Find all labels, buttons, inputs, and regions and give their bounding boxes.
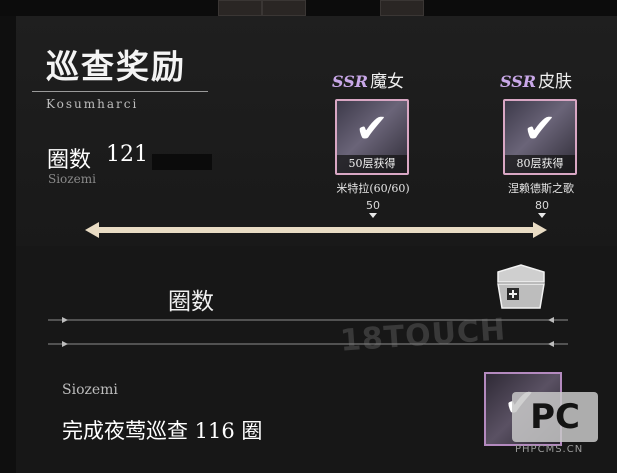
treasure-chest-icon[interactable]	[492, 262, 550, 314]
top-thumbnail[interactable]	[380, 0, 424, 16]
reward-type: 魔女	[370, 72, 405, 92]
reward-name: 米特拉(60/60)	[336, 182, 410, 195]
watermark-logo: PC	[512, 392, 598, 442]
left-edge	[0, 16, 16, 473]
top-strip	[0, 0, 617, 16]
check-icon: ✔	[355, 106, 389, 152]
page-subtitle: Kosumharci	[46, 97, 139, 111]
lap-count-subtitle: Siozemi	[48, 172, 96, 186]
title-divider	[32, 91, 208, 92]
lap-count-label: 圈数	[47, 148, 92, 173]
rarity-badge: SSR	[500, 72, 537, 91]
top-thumbnail[interactable]	[218, 0, 262, 16]
reward-header: SSR 魔女	[332, 67, 404, 92]
reward-header: SSR 皮肤	[500, 67, 572, 92]
reward-card[interactable]: ✔ 50层获得	[335, 99, 409, 175]
lap-count-bar	[152, 154, 212, 170]
watermark-url: PHPCMS.CN	[515, 444, 584, 455]
page-title: 巡查奖励	[46, 47, 186, 86]
section-heading: 圈数	[168, 289, 214, 315]
double-arrow-icon	[85, 222, 547, 238]
milestone-value: 80	[535, 199, 549, 212]
milestone-value: 50	[366, 199, 380, 212]
check-icon: ✔	[523, 106, 557, 152]
reward-type: 皮肤	[538, 72, 573, 92]
task-subtitle: Siozemi	[62, 382, 118, 398]
milestone-marker-icon	[369, 213, 377, 218]
reward-card[interactable]: ✔ 80层获得	[503, 99, 577, 175]
task-description: 完成夜莺巡查 116 圈	[62, 419, 263, 443]
top-thumbnail[interactable]	[262, 0, 306, 16]
reward-caption: 80层获得	[505, 155, 575, 173]
reward-caption: 50层获得	[337, 155, 407, 173]
rarity-badge: SSR	[332, 72, 369, 91]
reward-name: 涅赖德斯之歌	[508, 182, 574, 195]
milestone-marker-icon	[538, 213, 546, 218]
lap-count-value: 121	[106, 142, 148, 167]
